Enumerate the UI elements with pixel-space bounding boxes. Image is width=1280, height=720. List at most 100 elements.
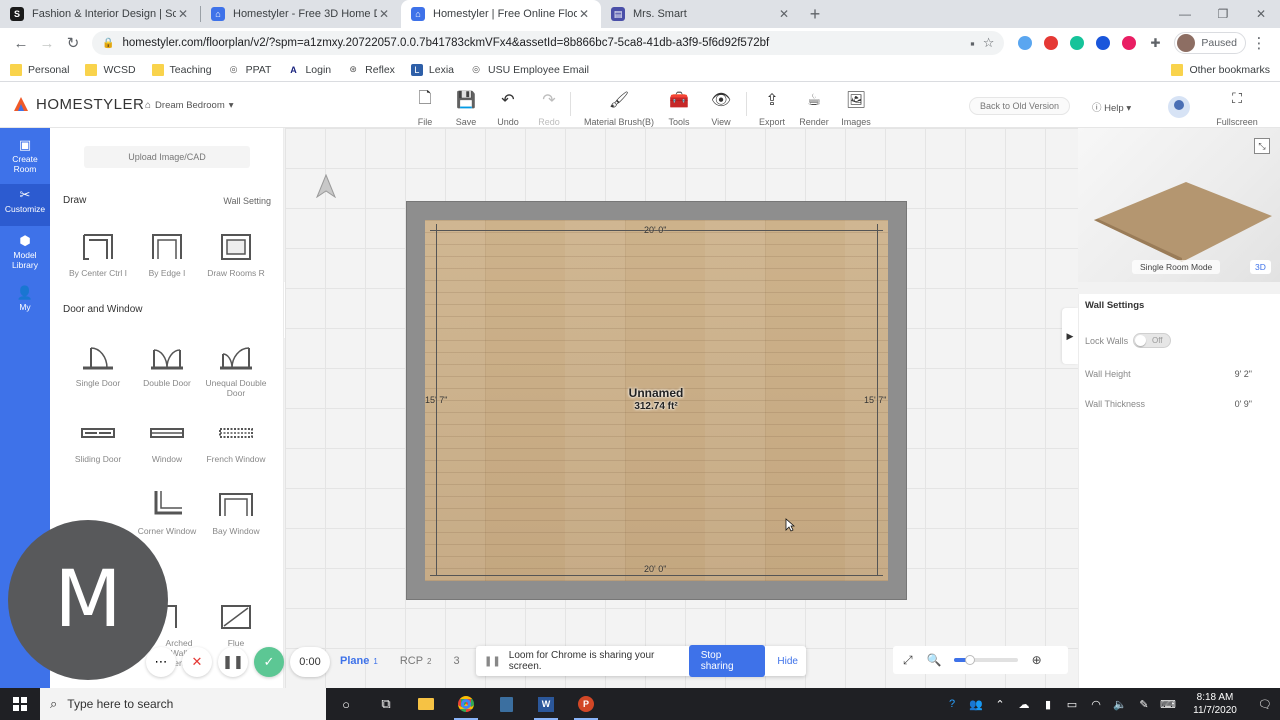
pen-icon[interactable]: ✎	[1132, 698, 1156, 711]
unequal-double-door-item[interactable]: Unequal Double Door	[203, 342, 269, 398]
powerpoint-icon[interactable]: P	[566, 688, 606, 720]
calculator-icon[interactable]	[486, 688, 526, 720]
task-view-icon[interactable]: ⧉	[366, 688, 406, 720]
wall-setting-link[interactable]: Wall Setting	[223, 196, 271, 206]
bookmark-item[interactable]: Personal	[10, 63, 69, 76]
dimension-bottom[interactable]: 20' 0"	[644, 564, 666, 574]
bookmark-item[interactable]: Teaching	[151, 63, 212, 76]
zoom-out-icon[interactable]: 🔍	[927, 653, 942, 667]
notifications-icon[interactable]: 🗨	[1250, 698, 1280, 711]
back-arrow-icon[interactable]: ←	[8, 30, 34, 56]
hide-banner-button[interactable]: Hide	[777, 656, 798, 667]
color-extension-icon[interactable]	[1118, 32, 1140, 54]
corner-window-item[interactable]: Corner Window	[134, 490, 200, 536]
french-window-item[interactable]: French Window	[203, 418, 269, 464]
volume-icon[interactable]: 🔈	[1108, 698, 1132, 711]
camera-icon[interactable]: ▪	[970, 36, 975, 51]
close-icon[interactable]: ✕	[176, 7, 190, 21]
dimension-left[interactable]: 15' 7"	[425, 395, 447, 405]
window-item[interactable]: Window	[134, 418, 200, 464]
taskbar-search-input[interactable]: ⌕ Type here to search	[40, 688, 326, 720]
shield-extension-icon[interactable]	[1092, 32, 1114, 54]
view-button[interactable]: 👁 View	[696, 90, 746, 127]
puzzle-extensions-icon[interactable]: ✚	[1144, 32, 1166, 54]
draw-by-edge-item[interactable]: By Edge I	[134, 232, 200, 278]
lock-icon[interactable]: 🔒	[102, 38, 114, 49]
bookmark-item[interactable]: A Login	[287, 64, 331, 76]
dimension-right[interactable]: 15' 7"	[864, 395, 886, 405]
single-room-mode-button[interactable]: Single Room Mode	[1132, 260, 1221, 274]
minimize-icon[interactable]: —	[1166, 0, 1204, 28]
taskbar-clock[interactable]: 8:18 AM 11/7/2020	[1180, 691, 1250, 717]
back-to-old-version-button[interactable]: Back to Old Version	[969, 97, 1071, 115]
reload-icon[interactable]: ↻	[60, 30, 86, 56]
loom-more-button[interactable]: ⋯	[146, 647, 176, 677]
word-icon[interactable]: W	[526, 688, 566, 720]
upload-image-cad-button[interactable]: Upload Image/CAD	[84, 146, 250, 168]
tab-rcp[interactable]: RCP 2	[400, 655, 432, 667]
rail-model-library[interactable]: ⬢ Model Library	[0, 232, 50, 280]
loom-cancel-button[interactable]: ✕	[182, 647, 212, 677]
zoom-slider-handle[interactable]	[964, 655, 975, 665]
bookmark-star-icon[interactable]: ☆	[983, 35, 995, 51]
loom-pause-button[interactable]: ❚❚	[218, 647, 248, 677]
wifi-icon[interactable]: ◠	[1084, 698, 1108, 711]
zoom-in-icon[interactable]: ⊕	[1032, 653, 1042, 667]
homestyler-logo[interactable]: HOMESTYLER	[12, 95, 144, 113]
loom-finish-button[interactable]: ✓	[254, 647, 284, 677]
bookmark-item[interactable]: ⊛ Reflex	[347, 64, 395, 76]
bookmark-item[interactable]: WCSD	[85, 63, 136, 76]
3d-toggle-button[interactable]: 3D	[1250, 260, 1271, 274]
compass-icon[interactable]	[316, 174, 336, 198]
stop-sharing-button[interactable]: Stop sharing	[688, 645, 766, 677]
3d-preview[interactable]: ⤡ Single Room Mode 3D	[1078, 128, 1280, 282]
collapse-right-panel-button[interactable]: ▶	[1062, 308, 1078, 364]
draw-by-center-item[interactable]: By Center Ctrl I	[65, 232, 131, 278]
rail-my[interactable]: 👤 My	[0, 286, 50, 322]
chrome-icon[interactable]	[446, 688, 486, 720]
block-extension-icon[interactable]	[1040, 32, 1062, 54]
new-tab-button[interactable]: +	[801, 0, 829, 28]
rail-customize[interactable]: ✂ Customize	[0, 184, 50, 226]
loom-camera-bubble[interactable]: M	[8, 520, 168, 680]
user-avatar[interactable]	[1168, 96, 1190, 118]
browser-tab-active[interactable]: ⌂ Homestyler | Free Online Floor Pl ✕	[401, 0, 601, 28]
grammarly-extension-icon[interactable]	[1066, 32, 1088, 54]
browser-tab[interactable]: ⌂ Homestyler - Free 3D Home Desi ✕	[201, 0, 401, 28]
close-icon[interactable]: ✕	[577, 7, 591, 21]
bay-window-item[interactable]: Bay Window	[203, 490, 269, 536]
usb-icon[interactable]: ▮	[1036, 698, 1060, 711]
room-name[interactable]: Unnamed	[600, 386, 712, 400]
draw-rooms-item[interactable]: Draw Rooms R	[203, 232, 269, 278]
keyboard-icon[interactable]: ⌨	[1156, 698, 1180, 711]
bookmark-item[interactable]: ◎ USU Employee Email	[470, 64, 589, 76]
sliding-door-item[interactable]: Sliding Door	[65, 418, 131, 464]
profile-button[interactable]: Paused	[1174, 32, 1246, 54]
zoom-slider[interactable]	[953, 655, 1018, 665]
images-button[interactable]: 🖼 Images	[831, 90, 881, 127]
tab-3d[interactable]: 3	[454, 655, 460, 667]
bookmark-item[interactable]: L Lexia	[410, 63, 454, 76]
project-name-dropdown[interactable]: ⌂ Dream Bedroom ▾	[145, 100, 234, 111]
flue-item[interactable]: Flue	[203, 602, 269, 648]
more-menu-icon[interactable]: ⋮	[1246, 30, 1272, 56]
lock-walls-toggle[interactable]: Off	[1133, 333, 1171, 348]
maximize-icon[interactable]: ❐	[1204, 0, 1242, 28]
single-door-item[interactable]: Single Door	[65, 342, 131, 388]
people-icon[interactable]: 👥	[964, 698, 988, 711]
wall-height-input[interactable]: 9' 2"	[1235, 369, 1252, 379]
help-circle-icon[interactable]: ?	[940, 698, 964, 710]
show-hidden-icons-icon[interactable]: ⌃	[988, 698, 1012, 711]
browser-tab[interactable]: ▤ Mrs. Smart ✕	[601, 0, 801, 28]
cortana-icon[interactable]: ○	[326, 688, 366, 720]
close-icon[interactable]: ✕	[377, 7, 391, 21]
fullscreen-button[interactable]: ⛶ Fullscreen	[1212, 90, 1262, 127]
url-input[interactable]: 🔒 homestyler.com/floorplan/v2/?spm=a1zmx…	[92, 31, 1005, 55]
fit-view-icon[interactable]: ⤢	[903, 653, 913, 668]
close-icon[interactable]: ✕	[777, 7, 791, 21]
other-bookmarks[interactable]: Other bookmarks	[1171, 63, 1270, 76]
dimension-top[interactable]: 20' 0"	[644, 225, 666, 235]
forward-arrow-icon[interactable]: →	[34, 30, 60, 56]
rail-create-room[interactable]: ▣ Create Room	[0, 134, 50, 182]
help-menu[interactable]: ⓘ Help ▾	[1092, 100, 1131, 114]
